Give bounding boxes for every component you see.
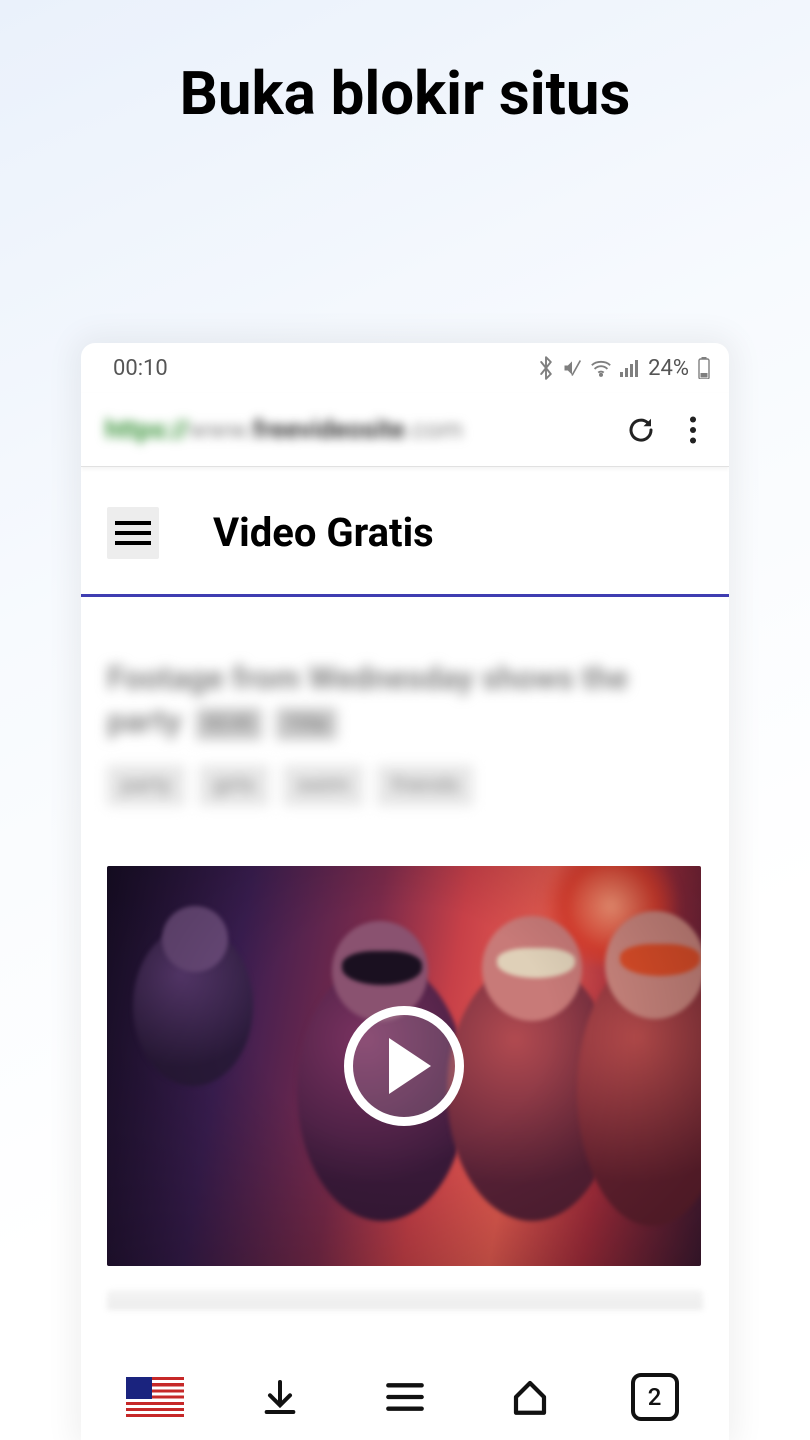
bluetooth-icon: [538, 356, 554, 380]
menu-button[interactable]: [370, 1381, 440, 1413]
play-icon[interactable]: [344, 1006, 464, 1126]
url-input[interactable]: https://www.freevideosite.com: [105, 415, 611, 445]
tag-list: party girls swim friends: [107, 765, 703, 806]
phone-frame: 00:10 24% https://www.freevideosite.com: [81, 343, 729, 1440]
video-title: Footage from Wednesday shows the party 0…: [107, 657, 703, 743]
flag-usa-icon: [126, 1377, 184, 1417]
tabs-count: 2: [631, 1373, 679, 1421]
site-title: Video Gratis: [213, 509, 434, 556]
content-area: Footage from Wednesday shows the party 0…: [81, 597, 729, 1310]
home-button[interactable]: [495, 1376, 565, 1418]
tag-item[interactable]: party: [107, 765, 185, 806]
next-item-peek: [107, 1290, 703, 1310]
tabs-button[interactable]: 2: [620, 1373, 690, 1421]
home-icon: [509, 1376, 551, 1418]
kebab-menu-icon[interactable]: [671, 408, 715, 452]
status-time: 00:10: [113, 356, 168, 381]
url-scheme: https://: [105, 415, 189, 445]
status-right: 24%: [538, 356, 711, 381]
battery-text: 24%: [648, 356, 689, 381]
download-icon: [260, 1377, 300, 1417]
wifi-icon: [590, 359, 612, 377]
tag-item[interactable]: swim: [283, 765, 364, 806]
bottom-nav: 2: [81, 1354, 729, 1440]
menu-icon: [385, 1381, 425, 1413]
tag-item[interactable]: girls: [199, 765, 269, 806]
tag-item[interactable]: friends: [377, 765, 473, 806]
battery-icon: [697, 357, 711, 379]
status-bar: 00:10 24%: [81, 343, 729, 393]
downloads-button[interactable]: [245, 1377, 315, 1417]
hamburger-menu-icon[interactable]: [107, 507, 159, 559]
site-header: Video Gratis: [81, 471, 729, 597]
promo-title: Buka blokir situs: [0, 0, 810, 129]
signal-icon: [620, 359, 640, 377]
badge-duration: 02:45: [196, 708, 262, 740]
address-bar: https://www.freevideosite.com: [81, 393, 729, 467]
vpn-location-button[interactable]: [120, 1377, 190, 1417]
mute-icon: [562, 358, 582, 378]
badge-quality: 720p: [276, 708, 337, 740]
reload-button[interactable]: [619, 408, 663, 452]
video-thumbnail[interactable]: [107, 866, 701, 1266]
